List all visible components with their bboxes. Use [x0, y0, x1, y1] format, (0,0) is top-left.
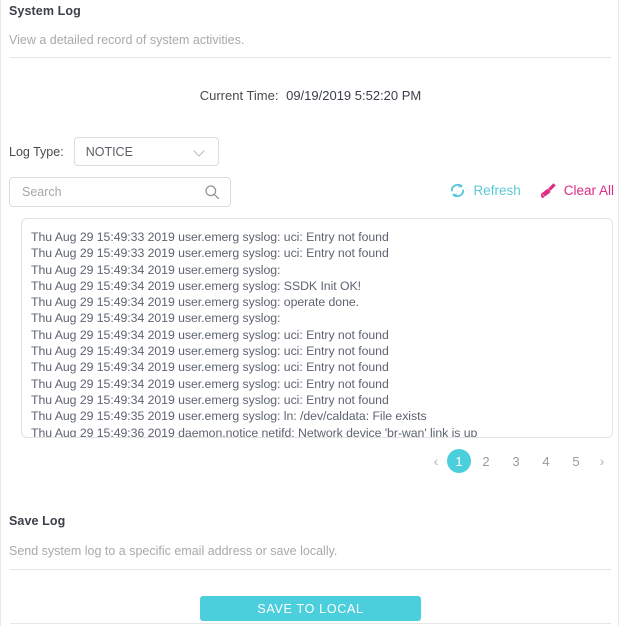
- log-line: Thu Aug 29 15:49:34 2019 user.emerg sysl…: [31, 343, 612, 359]
- system-log-page: System Log View a detailed record of sys…: [0, 0, 619, 626]
- log-type-select[interactable]: NOTICE: [74, 137, 219, 166]
- clear-all-label: Clear All: [564, 183, 614, 198]
- chevron-down-icon: [195, 146, 206, 157]
- log-line: Thu Aug 29 15:49:33 2019 user.emerg sysl…: [31, 229, 612, 245]
- broom-icon[interactable]: [539, 181, 558, 200]
- log-line: Thu Aug 29 15:49:34 2019 user.emerg sysl…: [31, 294, 612, 310]
- log-output-area[interactable]: Thu Aug 29 15:49:33 2019 user.emerg sysl…: [21, 218, 613, 438]
- log-type-label: Log Type:: [9, 145, 64, 159]
- refresh-button[interactable]: Refresh: [448, 181, 520, 200]
- log-line: Thu Aug 29 15:49:34 2019 user.emerg sysl…: [31, 278, 612, 294]
- pagination-page-1[interactable]: 1: [447, 449, 471, 473]
- current-time-row: Current Time: 09/19/2019 5:52:20 PM: [1, 88, 619, 103]
- clear-all-button[interactable]: Clear All: [539, 181, 614, 200]
- log-type-selected-value: NOTICE: [86, 145, 195, 159]
- search-input[interactable]: [22, 185, 204, 199]
- log-line: Thu Aug 29 15:49:34 2019 user.emerg sysl…: [31, 310, 612, 326]
- log-line: Thu Aug 29 15:49:34 2019 user.emerg sysl…: [31, 392, 612, 408]
- pagination-page-4[interactable]: 4: [531, 449, 561, 473]
- current-time-value: 09/19/2019 5:52:20 PM: [286, 88, 421, 103]
- log-line: Thu Aug 29 15:49:34 2019 user.emerg sysl…: [31, 262, 612, 278]
- search-box[interactable]: [9, 177, 231, 207]
- page-description: View a detailed record of system activit…: [9, 33, 244, 47]
- refresh-icon[interactable]: [448, 181, 467, 200]
- refresh-label: Refresh: [473, 183, 520, 198]
- log-line: Thu Aug 29 15:49:34 2019 user.emerg sysl…: [31, 359, 612, 375]
- current-time-label: Current Time:: [200, 88, 279, 103]
- divider-save-log: [10, 569, 611, 570]
- log-type-row: Log Type: NOTICE: [9, 137, 219, 166]
- log-line: Thu Aug 29 15:49:34 2019 user.emerg sysl…: [31, 376, 612, 392]
- save-button-row: SAVE TO LOCAL: [1, 596, 619, 621]
- log-line: Thu Aug 29 15:49:36 2019 daemon.notice n…: [31, 425, 612, 438]
- log-actions: Refresh Clear All: [448, 181, 614, 200]
- pagination-page-5[interactable]: 5: [561, 449, 591, 473]
- page-title: System Log: [9, 4, 81, 18]
- save-log-title: Save Log: [9, 514, 65, 528]
- pagination-page-2[interactable]: 2: [471, 449, 501, 473]
- pagination-page-3[interactable]: 3: [501, 449, 531, 473]
- save-log-description: Send system log to a specific email addr…: [9, 544, 337, 558]
- log-line: Thu Aug 29 15:49:35 2019 user.emerg sysl…: [31, 408, 612, 424]
- log-line: Thu Aug 29 15:49:34 2019 user.emerg sysl…: [31, 327, 612, 343]
- divider-top: [10, 57, 611, 58]
- pagination-next[interactable]: ›: [591, 449, 613, 473]
- pagination-prev[interactable]: ‹: [425, 449, 447, 473]
- divider-bottom: [10, 623, 611, 624]
- search-icon[interactable]: [204, 184, 220, 200]
- log-line: Thu Aug 29 15:49:33 2019 user.emerg sysl…: [31, 245, 612, 261]
- save-to-local-button[interactable]: SAVE TO LOCAL: [200, 596, 421, 621]
- pagination: ‹ 1 2 3 4 5 ›: [425, 449, 613, 473]
